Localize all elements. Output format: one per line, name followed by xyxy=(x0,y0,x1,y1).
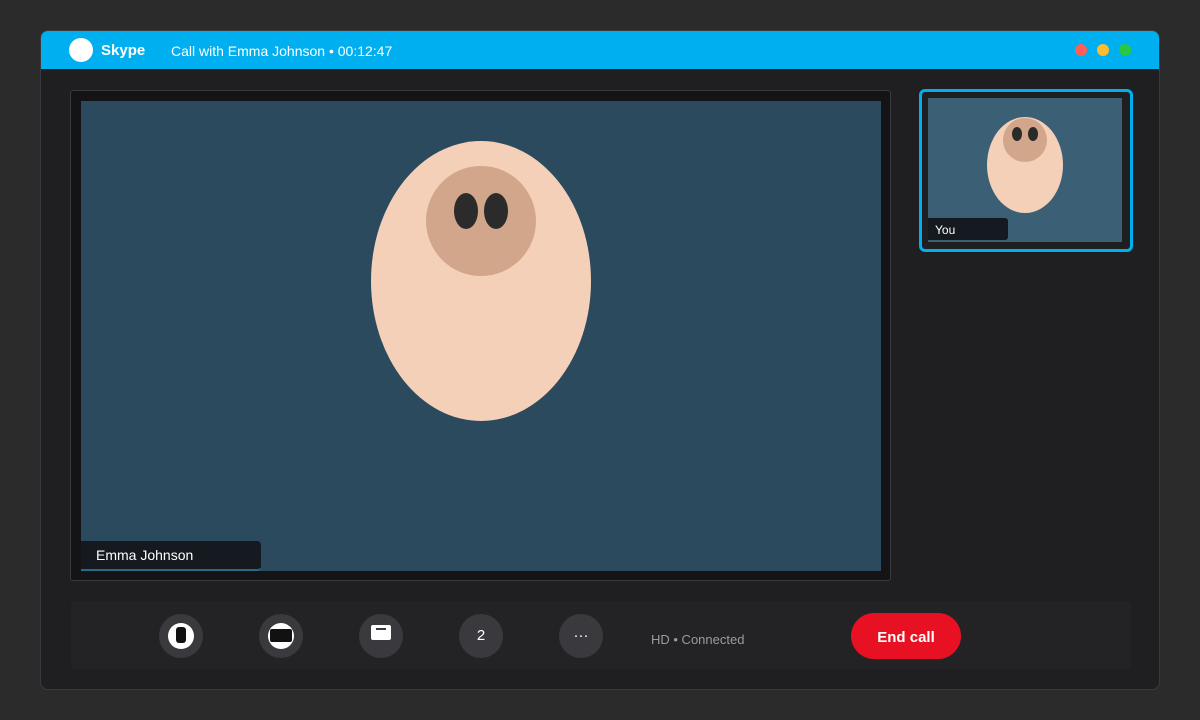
participant-name-tag: Emma Johnson xyxy=(81,541,261,571)
remote-video: Emma Johnson xyxy=(81,101,881,571)
more-options-button[interactable]: ··· xyxy=(559,614,603,658)
more-options-icon: ··· xyxy=(573,627,589,644)
maximize-window-button[interactable] xyxy=(1119,44,1131,56)
mute-button[interactable] xyxy=(159,614,203,658)
self-view-frame[interactable]: You xyxy=(919,89,1133,252)
participants-button[interactable]: 2 xyxy=(459,614,503,658)
title-bar: Skype Call with Emma Johnson • 00:12:47 xyxy=(41,31,1159,69)
microphone-icon xyxy=(168,623,194,649)
remote-participant-avatar xyxy=(371,141,591,421)
participant-name: Emma Johnson xyxy=(96,547,194,563)
call-window: Skype Call with Emma Johnson • 00:12:47 … xyxy=(40,30,1160,690)
call-control-bar: 2 ··· HD • Connected End call xyxy=(71,601,1131,669)
video-toggle-button[interactable] xyxy=(259,614,303,658)
chat-icon xyxy=(371,625,391,640)
app-name: Skype xyxy=(101,42,146,59)
self-video: You xyxy=(928,98,1122,242)
self-name-tag: You xyxy=(928,218,1008,240)
participants-count: 2 xyxy=(476,627,486,644)
end-call-button[interactable]: End call xyxy=(851,613,961,659)
minimize-window-button[interactable] xyxy=(1097,44,1109,56)
close-window-button[interactable] xyxy=(1075,44,1087,56)
call-title: Call with Emma Johnson • 00:12:47 xyxy=(171,43,393,59)
call-status: HD • Connected xyxy=(651,632,745,647)
chat-button[interactable] xyxy=(359,614,403,658)
camera-icon xyxy=(268,623,294,649)
skype-logo-icon xyxy=(69,38,93,62)
main-video-frame: Emma Johnson xyxy=(70,90,891,581)
self-label: You xyxy=(935,223,956,237)
